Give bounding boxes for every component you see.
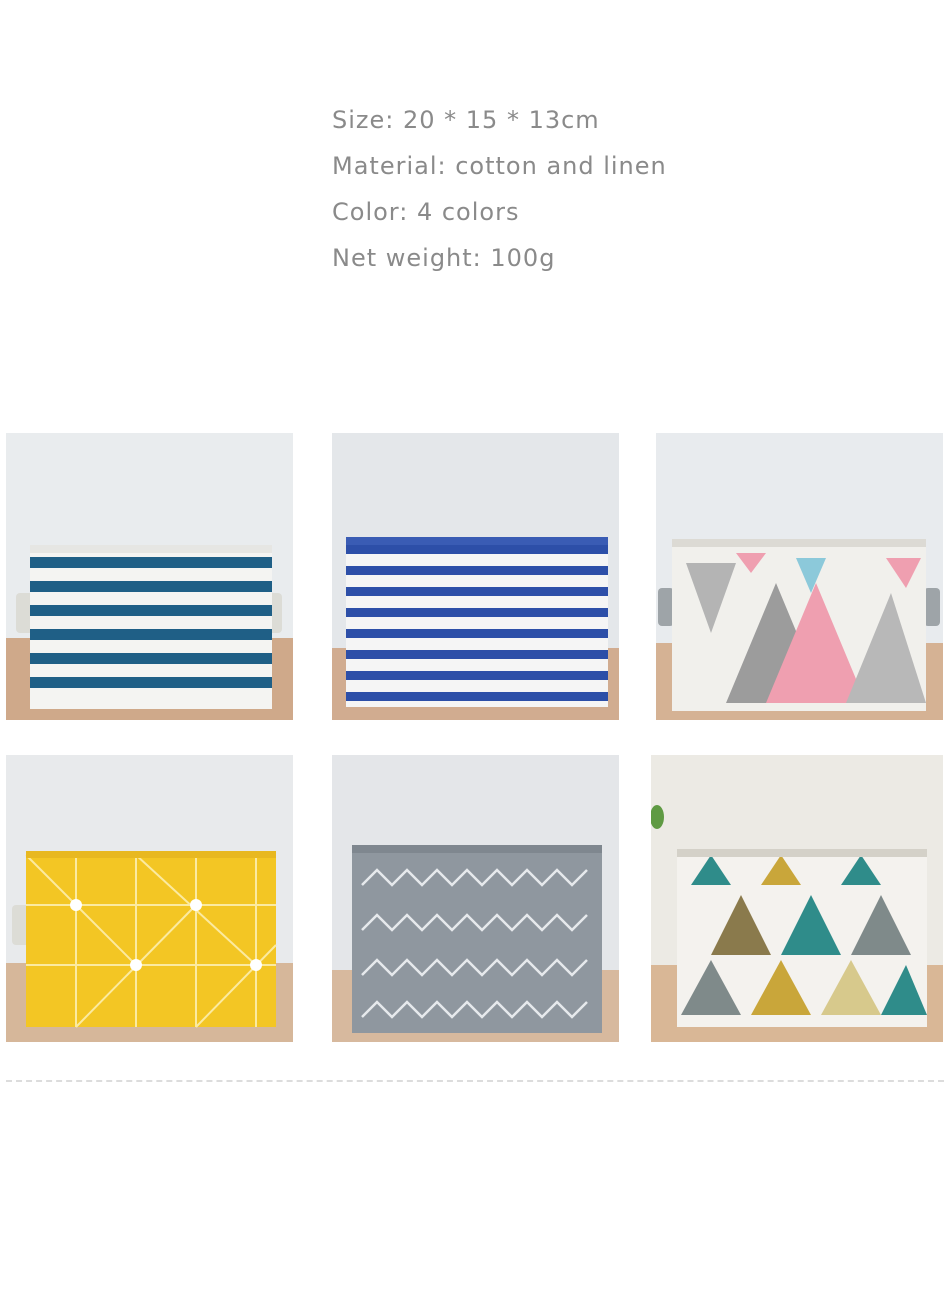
product-photo-grey-chevron: [332, 755, 619, 1042]
product-photo-blue-stripe: [332, 433, 619, 720]
section-divider: [6, 1080, 944, 1082]
pastel-triangle-basket-image: [656, 433, 943, 720]
product-photo-teal-stripe: [6, 433, 293, 720]
product-specs: Size: 20 * 15 * 13cm Material: cotton an…: [332, 100, 667, 284]
multicolor-triangle-basket-image: [651, 755, 943, 1042]
spec-material: Material: cotton and linen: [332, 152, 667, 180]
product-photo-multicolor-triangle: [651, 755, 943, 1042]
blue-stripe-basket-image: [332, 433, 619, 720]
spec-net-weight: Net weight: 100g: [332, 244, 556, 272]
product-photo-yellow-geometric: [6, 755, 293, 1042]
teal-stripe-basket-image: [6, 433, 293, 720]
yellow-geometric-basket-image: [6, 755, 293, 1042]
spec-size: Size: 20 * 15 * 13cm: [332, 106, 600, 134]
spec-color: Color: 4 colors: [332, 198, 520, 226]
product-photo-pastel-triangle: [656, 433, 943, 720]
grey-chevron-basket-image: [332, 755, 619, 1042]
